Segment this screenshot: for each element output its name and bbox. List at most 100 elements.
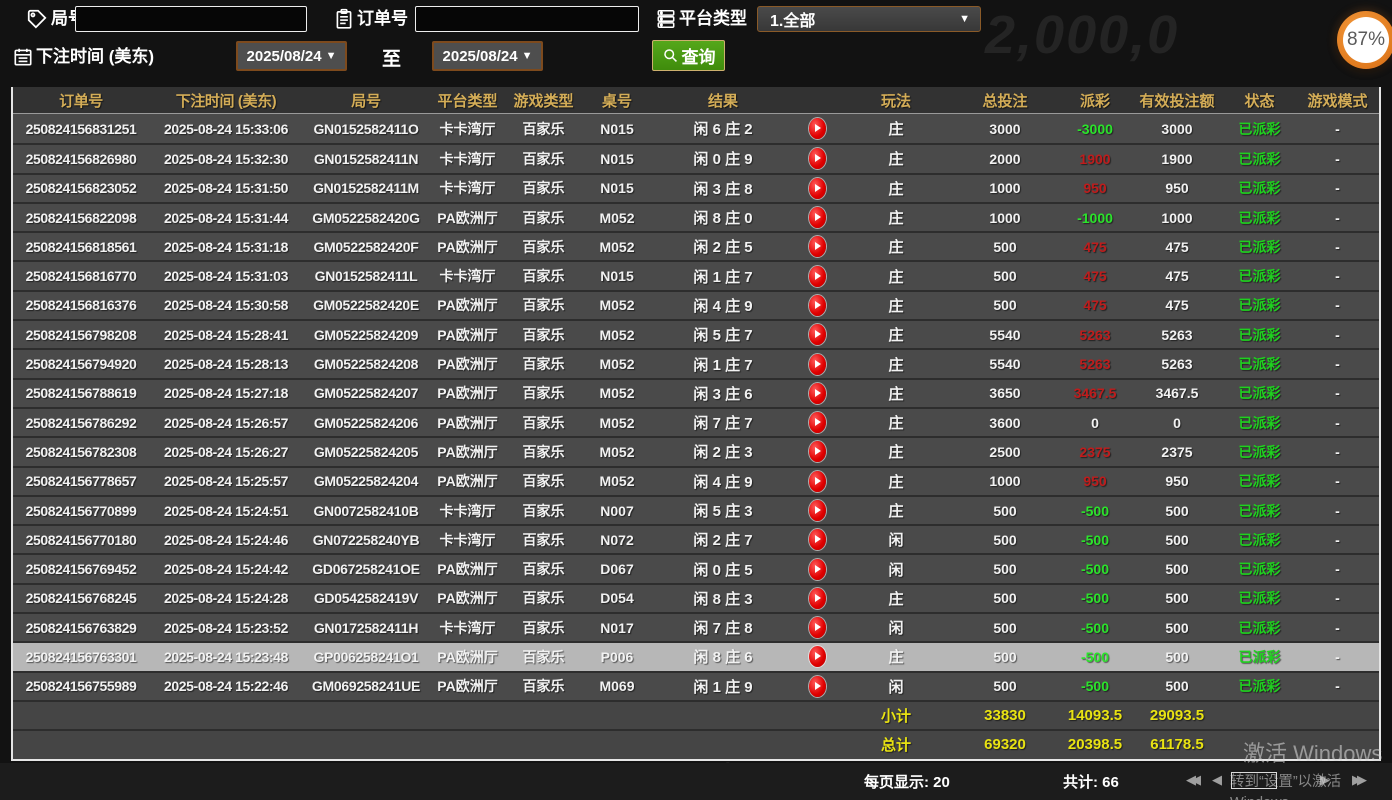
table-number: M052 bbox=[581, 380, 653, 407]
valid-bet: 3000 bbox=[1131, 114, 1223, 143]
total-bet: 500 bbox=[951, 497, 1059, 524]
column-header: 桌号 bbox=[581, 87, 653, 113]
game-number: GN0152582411L bbox=[303, 262, 429, 289]
date-to-value: 2025/08/24 bbox=[443, 48, 518, 65]
replay-video-icon[interactable] bbox=[809, 236, 826, 257]
valid-bet: 475 bbox=[1131, 262, 1223, 289]
bet-time: 2025-08-24 15:22:46 bbox=[149, 673, 303, 700]
total-bet: 500 bbox=[951, 555, 1059, 582]
valid-bet: 2375 bbox=[1131, 438, 1223, 465]
bet-side: 庄 bbox=[841, 233, 951, 260]
order-number: 250824156763301 bbox=[13, 643, 149, 670]
betting-records-screen: 2,000,0 局号 订单号 bbox=[0, 0, 1392, 800]
column-header: 状态 bbox=[1223, 87, 1296, 113]
payout: 475 bbox=[1059, 262, 1131, 289]
table-row[interactable]: 2508241567559892025-08-24 15:22:46GM0692… bbox=[13, 671, 1379, 700]
replay-video-icon[interactable] bbox=[809, 178, 826, 199]
valid-bet: 475 bbox=[1131, 233, 1223, 260]
payout: -500 bbox=[1059, 643, 1131, 670]
bet-time: 2025-08-24 15:32:30 bbox=[149, 145, 303, 172]
order-number-input[interactable] bbox=[415, 6, 639, 32]
replay-video-icon[interactable] bbox=[809, 588, 826, 609]
table-row[interactable]: 2508241567694522025-08-24 15:24:42GD0672… bbox=[13, 553, 1379, 582]
valid-bet: 500 bbox=[1131, 555, 1223, 582]
bet-time: 2025-08-24 15:23:48 bbox=[149, 643, 303, 670]
game-mode: - bbox=[1296, 350, 1379, 377]
total-bet: 500 bbox=[951, 673, 1059, 700]
platform-type: PA欧洲厅 bbox=[429, 321, 506, 348]
first-page-button[interactable]: ◀◀ bbox=[1186, 772, 1196, 788]
bet-time: 2025-08-24 15:27:18 bbox=[149, 380, 303, 407]
table-row[interactable]: 2508241567886192025-08-24 15:27:18GM0522… bbox=[13, 378, 1379, 407]
table-row[interactable]: 2508241567708992025-08-24 15:24:51GN0072… bbox=[13, 495, 1379, 524]
total-bet: 3650 bbox=[951, 380, 1059, 407]
replay-video-icon[interactable] bbox=[809, 471, 826, 492]
table-number: N015 bbox=[581, 114, 653, 143]
table-number: N015 bbox=[581, 262, 653, 289]
grand-total-valid-bet: 61178.5 bbox=[1131, 731, 1223, 758]
game-type: 百家乐 bbox=[506, 175, 581, 202]
replay-video-icon[interactable] bbox=[809, 148, 826, 169]
replay-video-icon[interactable] bbox=[809, 118, 826, 139]
table-row[interactable]: 2508241568185612025-08-24 15:31:18GM0522… bbox=[13, 231, 1379, 260]
table-row[interactable]: 2508241567633012025-08-24 15:23:48GP0062… bbox=[13, 641, 1379, 670]
date-to-select[interactable]: 2025/08/24 ▼ bbox=[432, 41, 543, 71]
result: 闲 7 庄 8 bbox=[653, 614, 793, 641]
total-bet: 500 bbox=[951, 292, 1059, 319]
replay-video-icon[interactable] bbox=[809, 500, 826, 521]
status: 已派彩 bbox=[1223, 497, 1296, 524]
game-mode: - bbox=[1296, 233, 1379, 260]
result: 闲 5 庄 3 bbox=[653, 497, 793, 524]
game-type: 百家乐 bbox=[506, 614, 581, 641]
game-type: 百家乐 bbox=[506, 350, 581, 377]
platform-type-select[interactable]: 1.全部 ▼ bbox=[757, 6, 981, 32]
replay-cell bbox=[793, 585, 841, 612]
replay-video-icon[interactable] bbox=[809, 412, 826, 433]
platform-type: PA欧洲厅 bbox=[429, 204, 506, 231]
replay-video-icon[interactable] bbox=[809, 676, 826, 697]
bet-time: 2025-08-24 15:31:18 bbox=[149, 233, 303, 260]
date-from-select[interactable]: 2025/08/24 ▼ bbox=[236, 41, 347, 71]
replay-video-icon[interactable] bbox=[809, 617, 826, 638]
game-mode: - bbox=[1296, 497, 1379, 524]
table-row[interactable]: 2508241567862922025-08-24 15:26:57GM0522… bbox=[13, 407, 1379, 436]
replay-video-icon[interactable] bbox=[809, 529, 826, 550]
chevron-down-icon: ▼ bbox=[959, 13, 970, 25]
total-bet: 2500 bbox=[951, 438, 1059, 465]
replay-video-icon[interactable] bbox=[809, 295, 826, 316]
page-jump-input[interactable] bbox=[1231, 772, 1277, 789]
table-row[interactable]: 2508241568230522025-08-24 15:31:50GN0152… bbox=[13, 173, 1379, 202]
table-row[interactable]: 2508241567701802025-08-24 15:24:46GN0722… bbox=[13, 524, 1379, 553]
platform-type: PA欧洲厅 bbox=[429, 438, 506, 465]
table-row[interactable]: 2508241567982082025-08-24 15:28:41GM0522… bbox=[13, 319, 1379, 348]
replay-video-icon[interactable] bbox=[809, 646, 826, 667]
table-body: 2508241568312512025-08-24 15:33:06GN0152… bbox=[13, 114, 1379, 700]
subtotal-total-bet: 33830 bbox=[951, 702, 1059, 729]
next-page-button[interactable]: ▶ bbox=[1320, 772, 1330, 788]
replay-video-icon[interactable] bbox=[809, 383, 826, 404]
game-number-input[interactable] bbox=[75, 6, 307, 32]
prev-page-button[interactable]: ◀ bbox=[1212, 772, 1222, 788]
table-row[interactable]: 2508241567786572025-08-24 15:25:57GM0522… bbox=[13, 466, 1379, 495]
game-type: 百家乐 bbox=[506, 204, 581, 231]
replay-video-icon[interactable] bbox=[809, 354, 826, 375]
table-row[interactable]: 2508241568167702025-08-24 15:31:03GN0152… bbox=[13, 260, 1379, 289]
date-range-to-label: 至 bbox=[382, 44, 401, 71]
table-row[interactable]: 2508241567823082025-08-24 15:26:27GM0522… bbox=[13, 436, 1379, 465]
result: 闲 8 庄 6 bbox=[653, 643, 793, 670]
table-row[interactable]: 2508241567949202025-08-24 15:28:13GM0522… bbox=[13, 348, 1379, 377]
table-row[interactable]: 2508241567638292025-08-24 15:23:52GN0172… bbox=[13, 612, 1379, 641]
table-row[interactable]: 2508241568269802025-08-24 15:32:30GN0152… bbox=[13, 143, 1379, 172]
table-row[interactable]: 2508241568312512025-08-24 15:33:06GN0152… bbox=[13, 114, 1379, 143]
last-page-button[interactable]: ▶▶ bbox=[1352, 772, 1362, 788]
replay-video-icon[interactable] bbox=[809, 441, 826, 462]
replay-video-icon[interactable] bbox=[809, 266, 826, 287]
table-row[interactable]: 2508241568163762025-08-24 15:30:58GM0522… bbox=[13, 290, 1379, 319]
table-row[interactable]: 2508241567682452025-08-24 15:24:28GD0542… bbox=[13, 583, 1379, 612]
replay-video-icon[interactable] bbox=[809, 207, 826, 228]
query-button[interactable]: 查询 bbox=[652, 40, 725, 71]
replay-video-icon[interactable] bbox=[809, 324, 826, 345]
payout: -500 bbox=[1059, 526, 1131, 553]
table-row[interactable]: 2508241568220982025-08-24 15:31:44GM0522… bbox=[13, 202, 1379, 231]
replay-video-icon[interactable] bbox=[809, 559, 826, 580]
